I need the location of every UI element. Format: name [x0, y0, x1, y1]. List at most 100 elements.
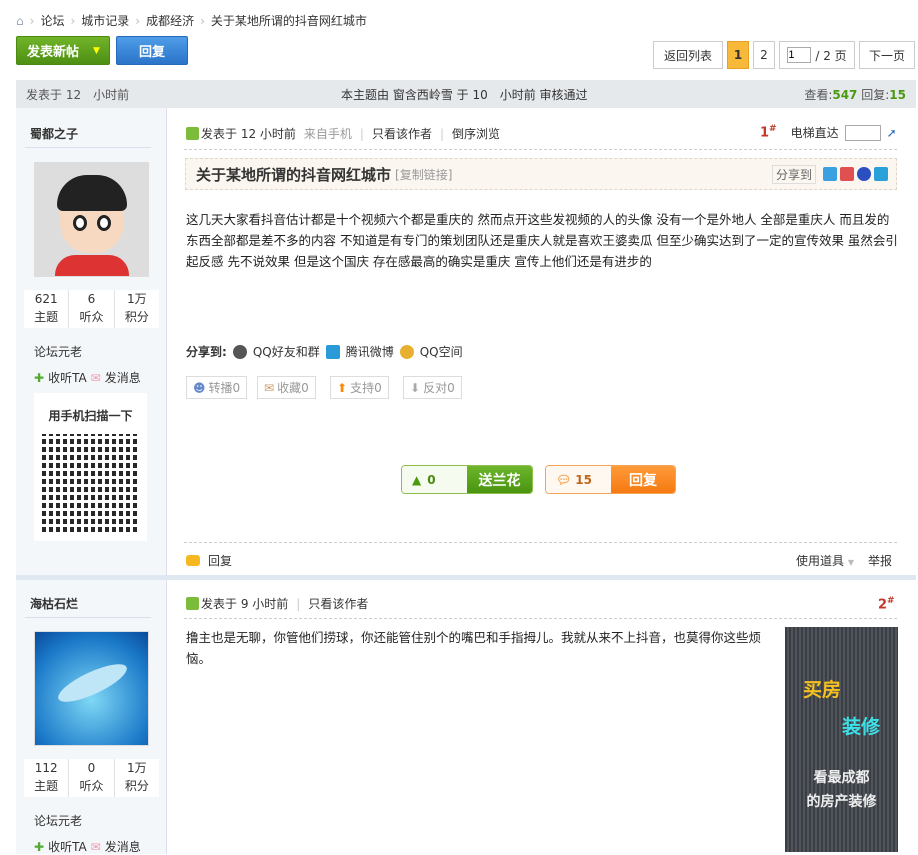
share-label: 分享到:: [186, 345, 227, 359]
stat-threads[interactable]: 112 主题: [24, 759, 70, 797]
use-tools-menu[interactable]: 使用道具 ▼: [796, 552, 854, 569]
stat-listeners[interactable]: 6 听众: [69, 290, 115, 328]
floor-nav: 1# 电梯直达 ➚: [760, 124, 897, 141]
post-meta: 发表于 9 小时前 | 只看该作者: [186, 595, 368, 612]
elevator-label: 电梯直达: [790, 126, 839, 140]
post-meta: 发表于 12 小时前 来自手机 | 只看该作者 | 倒序浏览: [186, 125, 500, 142]
ad-line2: 装修: [841, 716, 880, 738]
elevator-input[interactable]: [844, 124, 881, 141]
post-time: 发表于 12 小时前: [201, 127, 296, 141]
breadcrumb-economy[interactable]: 成都经济: [146, 12, 194, 29]
share-qzone[interactable]: QQ空间: [420, 343, 463, 360]
favorite-button[interactable]: ✉ 收藏0: [257, 376, 316, 399]
post-source: 来自手机: [303, 127, 352, 141]
author-name[interactable]: 海枯石烂: [30, 595, 78, 612]
ad-line3: 看最成都: [813, 770, 870, 786]
qzone-icon: [399, 344, 414, 359]
new-post-label: 发表新帖: [27, 45, 80, 60]
copy-link[interactable]: [复制链接]: [395, 166, 452, 183]
breadcrumb: ⌂ › 论坛 › 城市记录 › 成都经济 › 关于某地所谓的抖音网红城市: [16, 12, 367, 29]
page-1[interactable]: 1: [727, 41, 749, 69]
page-2[interactable]: 2: [753, 41, 775, 69]
home-icon[interactable]: ⌂: [16, 14, 24, 28]
stat-threads[interactable]: 621 主题: [24, 290, 70, 328]
thread-info-bar: 发表于 12 小时前 本主题由 窗含西岭雪 于 10 小时前 审核通过 查看:5…: [16, 80, 916, 108]
author-actions: ✚ 收听TA ✉ 发消息: [34, 369, 141, 386]
reply-big-label: 回复: [611, 466, 675, 493]
stat-points[interactable]: 1万 积分: [115, 759, 159, 797]
avatar[interactable]: [34, 162, 149, 277]
favorite-icon: ✉: [264, 380, 275, 395]
share-qq[interactable]: QQ好友和群: [253, 343, 320, 360]
reply-icon: [186, 555, 200, 566]
report-link[interactable]: 举报: [868, 552, 892, 569]
author-rank: 论坛元老: [34, 814, 83, 828]
back-to-list-button[interactable]: 返回列表: [653, 41, 723, 69]
follow-link[interactable]: 收听TA: [48, 838, 87, 855]
weibo-icon[interactable]: [840, 167, 854, 181]
new-post-button[interactable]: 发表新帖 ▼: [16, 36, 110, 65]
stat-points[interactable]: 1万 积分: [115, 290, 159, 328]
post-footer-right: 使用道具 ▼ 举报: [796, 552, 892, 569]
arrow-down-icon: ⬇: [410, 380, 421, 395]
only-author-link[interactable]: 只看该作者: [308, 595, 368, 612]
views-count: 547: [832, 87, 858, 102]
breadcrumb-thread[interactable]: 关于某地所谓的抖音网红城市: [211, 12, 367, 29]
floor-number[interactable]: 2#: [878, 596, 895, 612]
qr-code-image: [41, 434, 140, 532]
only-author-link[interactable]: 只看该作者: [372, 125, 432, 142]
comment-icon: 💬︎: [556, 472, 572, 487]
author-name[interactable]: 蜀都之子: [30, 125, 78, 142]
qq-icon: [232, 344, 247, 359]
next-page-button[interactable]: 下一页: [859, 41, 915, 69]
page-total: / 2 页: [815, 48, 847, 63]
post-footer: 回复: [186, 552, 232, 569]
thread-title-box: 关于某地所谓的抖音网红城市 [复制链接] 分享到: [185, 158, 897, 190]
user-icon: [186, 127, 199, 140]
share-to-label: 分享到: [771, 164, 816, 184]
oppose-button[interactable]: ⬇ 反对0: [403, 376, 462, 399]
baidu-icon[interactable]: [857, 167, 871, 181]
breadcrumb-city[interactable]: 城市记录: [81, 12, 129, 29]
author-rank: 论坛元老: [34, 345, 83, 359]
go-icon[interactable]: ➚: [887, 126, 897, 140]
repost-button[interactable]: ☻ 转播0: [186, 376, 248, 399]
moderation-note: 本主题由 窗含西岭雪 于 10 小时前 审核通过: [341, 87, 588, 102]
tencent-weibo-icon: [325, 344, 340, 359]
tencent-weibo-icon[interactable]: [874, 167, 888, 181]
page-jump: / 2 页: [779, 41, 855, 69]
send-flower-button[interactable]: ▲ 0 送兰花: [401, 465, 533, 494]
post-body: 这几天大家看抖音估计都是十个视频六个都是重庆的 然而点开这些发视频的人的头像 没…: [186, 212, 898, 269]
reply-button[interactable]: 回复: [116, 36, 188, 65]
qr-code-box: 用手机扫描一下: [34, 393, 147, 541]
message-link[interactable]: 发消息: [105, 838, 141, 855]
follow-link[interactable]: 收听TA: [48, 369, 87, 386]
ad-banner[interactable]: 买房 装修 看最成都 的房产装修: [785, 627, 898, 852]
stat-listeners[interactable]: 0 听众: [69, 759, 115, 797]
reverse-order-link[interactable]: 倒序浏览: [452, 125, 500, 142]
caret-down-icon: ▼: [93, 45, 100, 56]
send-flower-label: 送兰花: [467, 466, 532, 493]
breadcrumb-forum[interactable]: 论坛: [40, 12, 64, 29]
floor-number[interactable]: 1#: [760, 124, 777, 140]
thread-title: 关于某地所谓的抖音网红城市: [196, 165, 392, 184]
avatar[interactable]: [34, 631, 149, 746]
mail-icon: ✉: [90, 839, 101, 854]
page-input[interactable]: [787, 47, 812, 63]
replies-count: 15: [889, 87, 906, 102]
reply-big-button[interactable]: 💬︎ 15 回复: [545, 465, 676, 494]
views-label: 查看:: [804, 87, 833, 102]
share-row: 分享到: QQ好友和群 腾讯微博 QQ空间: [186, 343, 463, 360]
repost-icon: ☻: [193, 380, 206, 395]
qzone-icon[interactable]: [823, 167, 837, 181]
message-link[interactable]: 发消息: [105, 369, 141, 386]
reply-count: 15: [575, 472, 592, 487]
plus-icon: ✚: [34, 839, 45, 854]
share-tweibo[interactable]: 腾讯微博: [346, 343, 394, 360]
support-button[interactable]: ⬆ 支持0: [330, 376, 389, 399]
arrow-up-icon: ⬆: [337, 380, 348, 395]
flower-icon: ▲: [412, 472, 422, 487]
author-stats: 621 主题 6 听众 1万 积分: [24, 290, 159, 328]
author-stats: 112 主题 0 听众 1万 积分: [24, 759, 159, 797]
footer-reply-link[interactable]: 回复: [208, 552, 232, 569]
